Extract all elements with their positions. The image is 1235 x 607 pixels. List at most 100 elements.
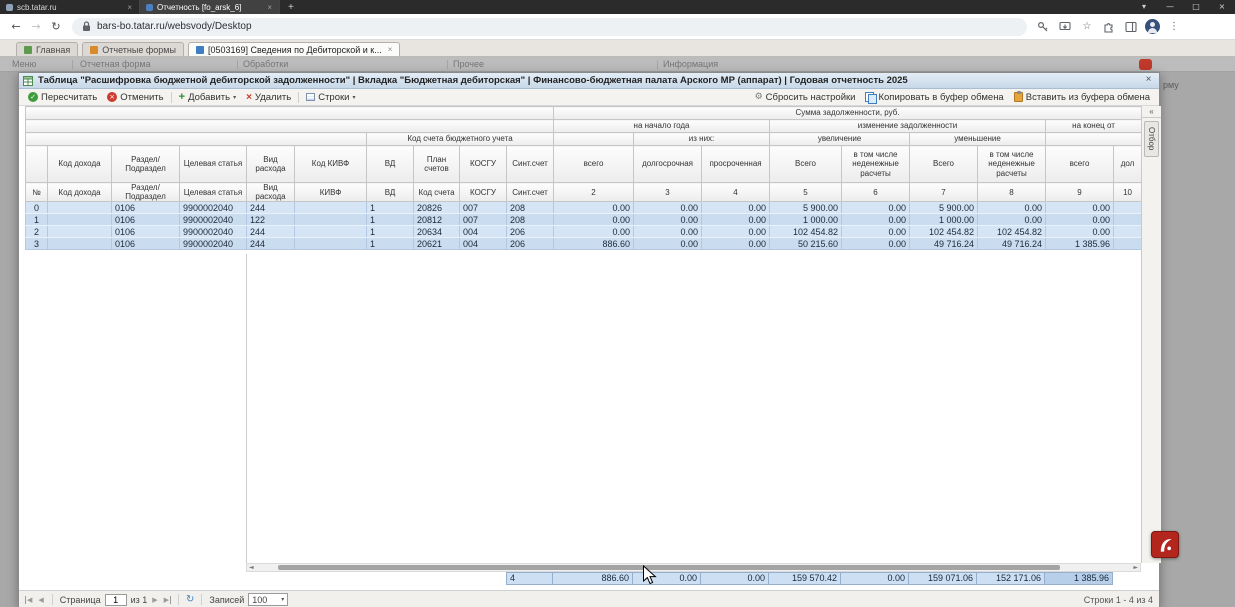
table-cell[interactable]: 0.00 [702, 226, 770, 238]
column-header[interactable]: КОСГУ [460, 146, 507, 183]
menu-item-menu[interactable]: Меню [12, 59, 36, 69]
table-cell[interactable]: 0106 [112, 238, 180, 250]
table-cell[interactable] [48, 202, 112, 214]
table-cell[interactable]: 007 [460, 214, 507, 226]
table-cell[interactable]: 102 454.82 [910, 226, 978, 238]
profile-avatar[interactable] [1145, 19, 1160, 34]
table-cell[interactable]: 004 [460, 238, 507, 250]
column-header[interactable]: в том числе неденежные расчеты [842, 146, 910, 183]
table-cell[interactable]: 0.00 [842, 202, 910, 214]
menu-overflow-button[interactable] [1139, 59, 1152, 70]
table-row[interactable]: 301069900002040244120621004206886.600.00… [26, 238, 1142, 250]
minimize-button[interactable]: — [1157, 0, 1183, 14]
table-cell[interactable]: 50 215.60 [770, 238, 842, 250]
column-header[interactable]: Раздел/ Подраздел [112, 146, 180, 183]
table-cell[interactable] [48, 214, 112, 226]
table-cell[interactable]: 2 [26, 226, 48, 238]
close-window-button[interactable]: × [1209, 0, 1235, 14]
rows-menu-button[interactable]: Строки ▾ [301, 92, 360, 103]
copy-to-clipboard-button[interactable]: Копировать в буфер обмена [860, 92, 1008, 103]
column-header[interactable]: ВД [367, 146, 414, 183]
new-tab-button[interactable]: + [288, 2, 294, 13]
app-tab-report-forms[interactable]: Отчетные формы [82, 42, 184, 56]
table-cell[interactable]: 004 [460, 226, 507, 238]
menu-item-processing[interactable]: Обработки [243, 59, 288, 69]
table-cell[interactable]: 0.00 [1046, 226, 1114, 238]
table-row[interactable]: 2010699000020402441206340042060.000.000.… [26, 226, 1142, 238]
column-header[interactable] [26, 146, 48, 183]
table-cell[interactable] [48, 226, 112, 238]
table-row[interactable]: 1010699000020401221208120072080.000.000.… [26, 214, 1142, 226]
table-cell[interactable]: 0.00 [554, 202, 634, 214]
table-cell[interactable]: 1 [367, 214, 414, 226]
table-cell[interactable]: 1 [367, 226, 414, 238]
table-cell[interactable]: 1 [367, 202, 414, 214]
table-cell[interactable]: 49 716.24 [978, 238, 1046, 250]
table-cell[interactable]: 20621 [414, 238, 460, 250]
column-header[interactable]: Код КИВФ [295, 146, 367, 183]
last-page-button[interactable]: ▶ [163, 596, 171, 604]
column-header[interactable]: Вид расхода [247, 146, 295, 183]
table-cell[interactable] [295, 214, 367, 226]
table-cell[interactable]: 0.00 [554, 214, 634, 226]
table-cell[interactable]: 0106 [112, 226, 180, 238]
browser-menu-icon[interactable]: ⋮ [1166, 19, 1182, 35]
table-cell[interactable]: 5 900.00 [770, 202, 842, 214]
reload-button[interactable]: ↻ [46, 20, 66, 33]
table-cell[interactable]: 0.00 [1046, 214, 1114, 226]
page-number-input[interactable] [105, 594, 127, 606]
forward-button[interactable]: → [26, 20, 46, 33]
table-cell[interactable] [1114, 226, 1142, 238]
install-app-icon[interactable] [1057, 19, 1073, 35]
table-cell[interactable]: 0.00 [554, 226, 634, 238]
address-bar[interactable]: bars-bo.tatar.ru/websvody/Desktop [72, 18, 1027, 36]
menu-item-report-form[interactable]: Отчетная форма [80, 59, 151, 69]
table-cell[interactable]: 244 [247, 238, 295, 250]
table-cell[interactable]: 208 [507, 214, 554, 226]
column-header[interactable]: долгосрочная [634, 146, 702, 183]
prev-page-button[interactable]: ◀ [37, 596, 44, 604]
table-cell[interactable]: 102 454.82 [770, 226, 842, 238]
table-cell[interactable]: 0106 [112, 202, 180, 214]
column-header[interactable]: Целевая статья [180, 146, 247, 183]
bars-logo-button[interactable] [1151, 531, 1179, 558]
horizontal-scrollbar[interactable]: ◄ ► [246, 563, 1141, 572]
collapse-panel-button[interactable]: « [1142, 106, 1161, 118]
table-cell[interactable]: 9900002040 [180, 202, 247, 214]
maximize-button[interactable]: □ [1183, 0, 1209, 14]
table-cell[interactable]: 49 716.24 [910, 238, 978, 250]
tab-search-icon[interactable]: ▾ [1131, 0, 1157, 14]
table-cell[interactable]: 9900002040 [180, 214, 247, 226]
app-tab-home[interactable]: Главная [16, 42, 78, 56]
table-cell[interactable]: 122 [247, 214, 295, 226]
table-cell[interactable] [1114, 214, 1142, 226]
table-cell[interactable]: 0.00 [702, 202, 770, 214]
dialog-title-bar[interactable]: Таблица "Расшифровка бюджетной дебиторск… [19, 73, 1159, 89]
column-header[interactable]: всего [1046, 146, 1114, 183]
table-cell[interactable]: 244 [247, 202, 295, 214]
tab-close-icon[interactable]: × [126, 3, 133, 12]
scrollbar-thumb[interactable] [278, 565, 1060, 570]
column-header[interactable]: дол [1114, 146, 1142, 183]
table-cell[interactable]: 0.00 [634, 226, 702, 238]
table-cell[interactable] [295, 226, 367, 238]
table-cell[interactable]: 0.00 [842, 238, 910, 250]
table-cell[interactable]: 0.00 [634, 202, 702, 214]
table-cell[interactable]: 0.00 [634, 238, 702, 250]
column-header[interactable]: План счетов [414, 146, 460, 183]
table-cell[interactable]: 20812 [414, 214, 460, 226]
table-cell[interactable]: 206 [507, 226, 554, 238]
recalculate-button[interactable]: ✓ Пересчитать [23, 92, 102, 103]
table-cell[interactable]: 0.00 [978, 202, 1046, 214]
table-cell[interactable] [295, 202, 367, 214]
table-cell[interactable]: 20634 [414, 226, 460, 238]
browser-tab-1[interactable]: scb.tatar.ru × [0, 0, 140, 14]
back-button[interactable]: ← [6, 20, 26, 33]
table-cell[interactable]: 1 000.00 [770, 214, 842, 226]
column-header[interactable]: Всего [770, 146, 842, 183]
column-header[interactable]: в том числе неденежные расчеты [978, 146, 1046, 183]
delete-button[interactable]: × Удалить [241, 92, 296, 103]
menu-item-info[interactable]: Информация [663, 59, 718, 69]
paste-from-clipboard-button[interactable]: Вставить из буфера обмена [1009, 92, 1155, 103]
app-tab-0503169[interactable]: [0503169] Сведения по Дебиторской и к...… [188, 42, 400, 56]
